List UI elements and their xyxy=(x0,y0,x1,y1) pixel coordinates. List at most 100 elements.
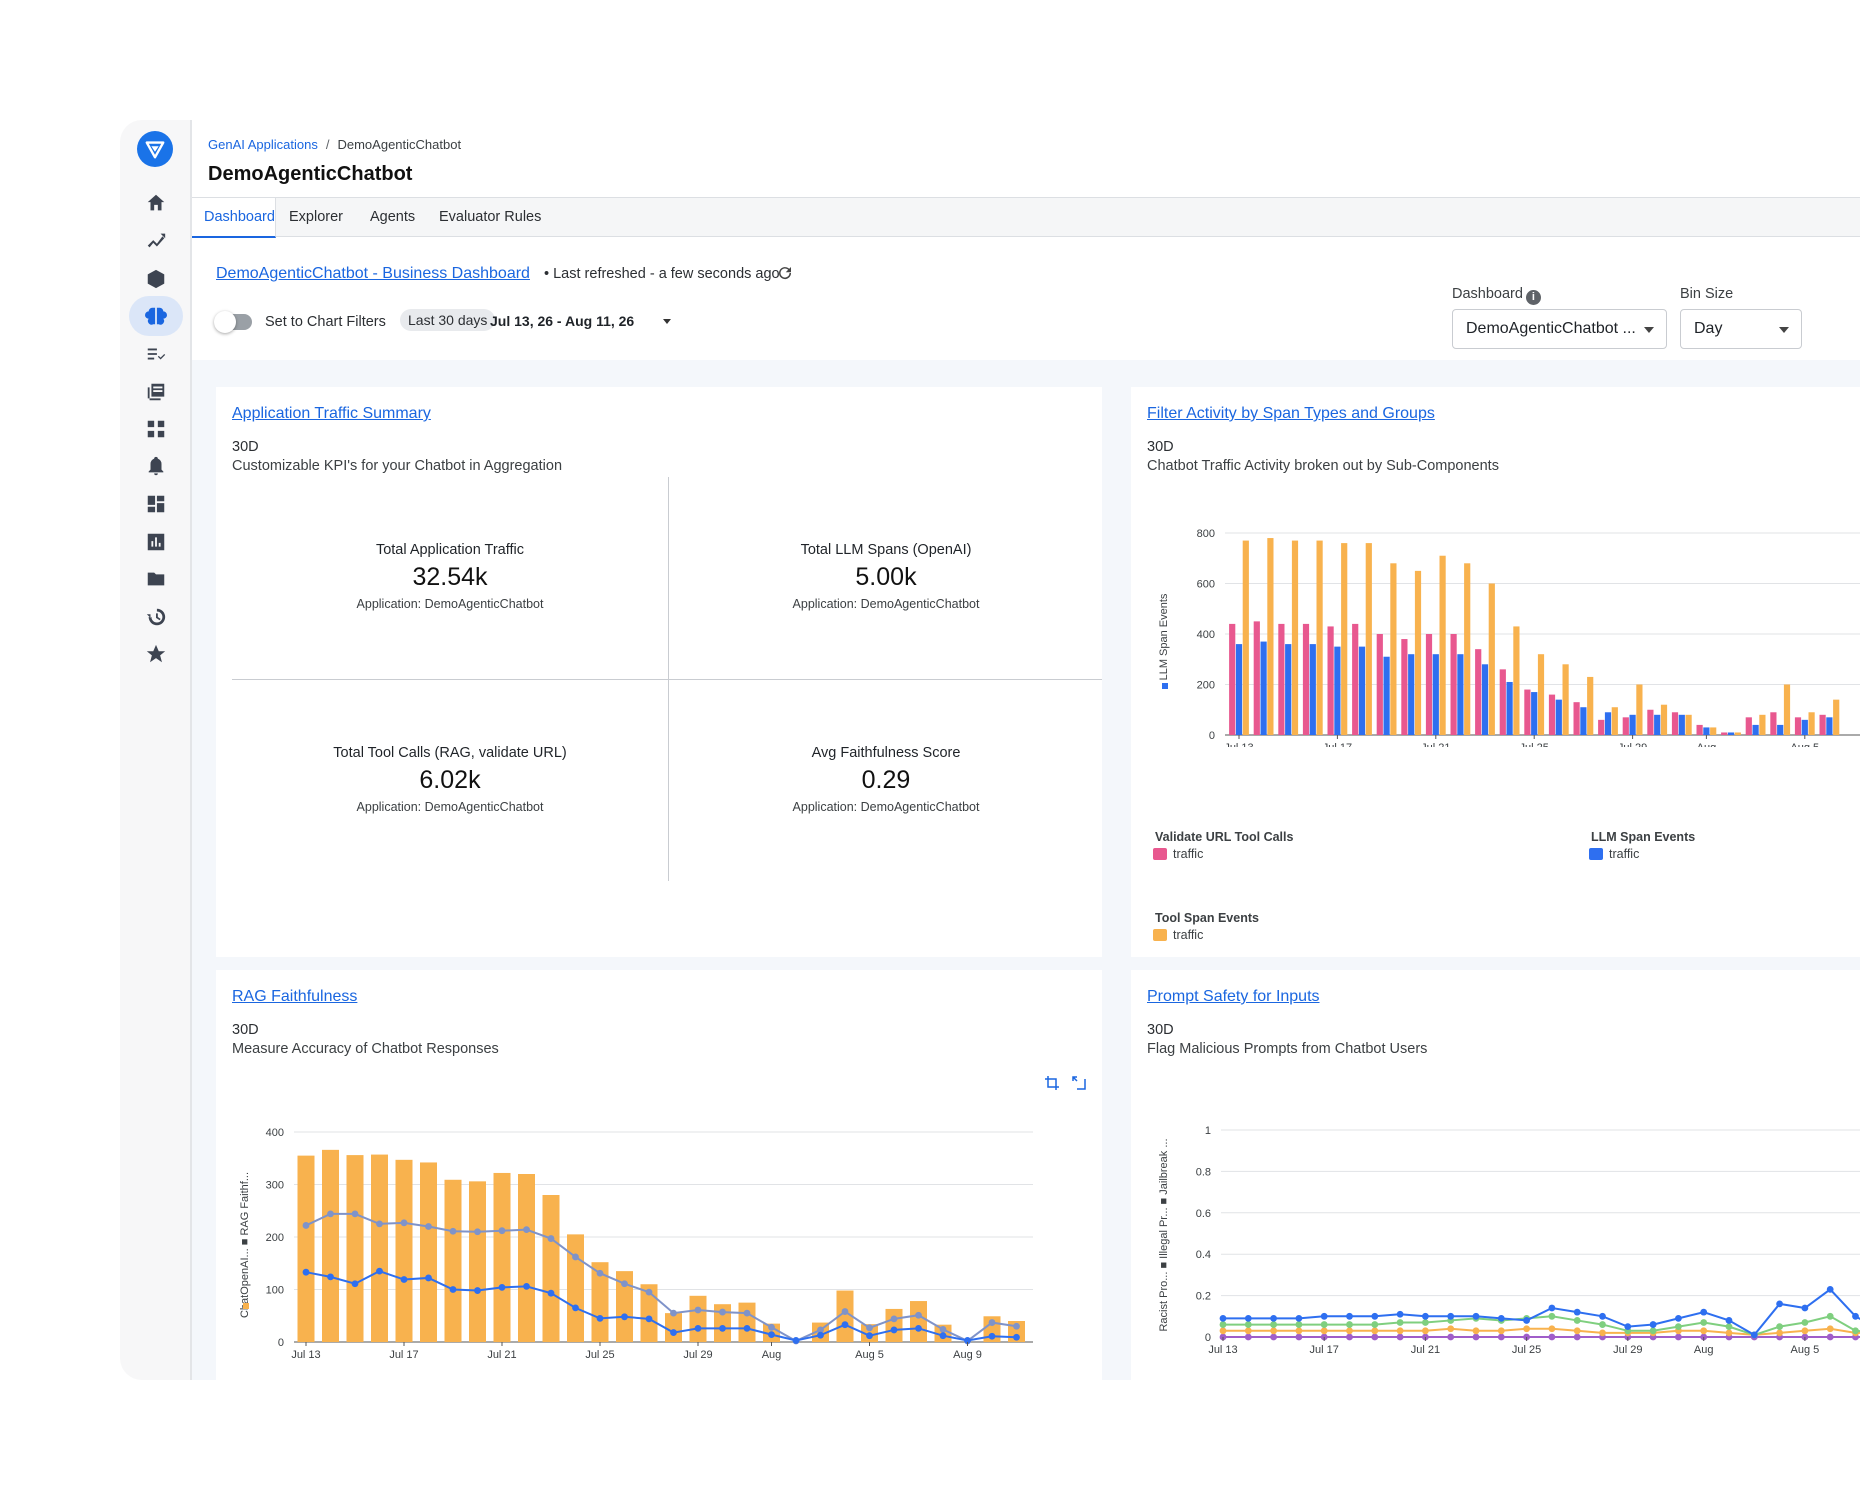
panel-title-traffic[interactable]: Application Traffic Summary xyxy=(232,405,431,423)
y-axis-label: LLM Span Events xyxy=(1158,593,1170,680)
zoom-select-icon[interactable] xyxy=(1044,1075,1060,1091)
kpi-avg-faithfulness: Avg Faithfulness Score 0.29 Application:… xyxy=(668,745,1104,814)
kpi-subtitle: Application: DemoAgenticChatbot xyxy=(792,597,980,611)
bar-validate-url-tool-calls xyxy=(1770,712,1777,735)
y-tick-label: 0.6 xyxy=(1196,1208,1211,1220)
point xyxy=(621,1313,628,1321)
point xyxy=(915,1311,922,1319)
bar-validate-url-tool-calls xyxy=(1671,712,1679,735)
x-tick-label: Jul 29 xyxy=(1613,1344,1642,1356)
point xyxy=(1371,1321,1379,1328)
point xyxy=(1244,1327,1252,1335)
dashboard-select[interactable]: DemoAgenticChatbot ... xyxy=(1452,309,1667,349)
bar-validate-url-tool-calls xyxy=(1524,689,1531,735)
sidebar-item-star[interactable] xyxy=(129,634,183,674)
tab-agents[interactable]: Agents xyxy=(358,198,427,237)
point xyxy=(400,1219,408,1227)
point xyxy=(1244,1314,1252,1322)
info-icon[interactable]: i xyxy=(1525,290,1541,305)
bar-validate-url-tool-calls xyxy=(1278,623,1285,735)
bar-chatopenai xyxy=(297,1155,315,1342)
tab-explorer[interactable]: Explorer xyxy=(277,198,355,237)
sidebar-item-cube[interactable] xyxy=(129,259,183,299)
sidebar-item-apps-grid[interactable] xyxy=(129,409,183,449)
legend-item-tool-span[interactable]: traffic xyxy=(1153,928,1203,942)
bin-size-select[interactable]: Day xyxy=(1680,309,1802,349)
bar-tool-span-events xyxy=(1464,563,1471,735)
bar-validate-url-tool-calls xyxy=(1696,724,1703,735)
point xyxy=(1295,1321,1303,1328)
point xyxy=(890,1315,898,1323)
point xyxy=(1346,1333,1353,1341)
page-title: DemoAgenticChatbot xyxy=(208,163,413,185)
legend-item-validate-url[interactable]: traffic xyxy=(1153,847,1203,861)
point xyxy=(474,1228,481,1236)
sidebar-item-brain[interactable] xyxy=(129,296,183,336)
point xyxy=(1573,1317,1581,1324)
sidebar-nav xyxy=(120,120,192,1380)
point xyxy=(1346,1321,1353,1328)
legend-item-llm-span[interactable]: traffic xyxy=(1589,847,1639,861)
point xyxy=(866,1324,873,1332)
sidebar-item-bell[interactable] xyxy=(129,446,183,486)
sidebar-item-folder[interactable] xyxy=(129,559,183,599)
checklist-icon xyxy=(147,348,166,360)
point xyxy=(694,1324,702,1332)
refresh-icon[interactable] xyxy=(776,264,794,282)
toggle-knob xyxy=(214,311,236,333)
point xyxy=(988,1319,996,1326)
bar-validate-url-tool-calls xyxy=(1647,709,1654,735)
tab-dashboard[interactable]: Dashboard xyxy=(192,198,276,238)
time-range-caret-icon[interactable] xyxy=(663,319,671,324)
bar-llm-span-events xyxy=(1457,654,1464,735)
point xyxy=(694,1306,702,1314)
point xyxy=(1396,1333,1404,1341)
point xyxy=(939,1326,947,1333)
time-range-dates[interactable]: Jul 13, 26 - Aug 11, 26 xyxy=(490,313,634,329)
point xyxy=(1447,1325,1455,1333)
panel-title-filter[interactable]: Filter Activity by Span Types and Groups xyxy=(1147,405,1435,423)
y-axis-label: ChatOpenAI... ■ RAG Faithf... xyxy=(239,1172,251,1318)
dashboard-title-link[interactable]: DemoAgenticChatbot - Business Dashboard xyxy=(216,265,530,283)
bar-tool-span-events xyxy=(1562,664,1569,735)
sidebar-item-home[interactable] xyxy=(129,183,183,223)
y-axis-legend-swatch xyxy=(1162,683,1168,689)
bar-tool-span-events xyxy=(1390,563,1397,735)
brain-icon xyxy=(145,307,167,325)
zoom-reset-icon[interactable] xyxy=(1071,1075,1087,1091)
bar-llm-span-events xyxy=(1654,714,1661,735)
point xyxy=(645,1288,653,1296)
sidebar-item-history[interactable] xyxy=(129,597,183,637)
x-tick-label: Jul 21 xyxy=(1421,742,1450,747)
legend-swatch xyxy=(1589,848,1603,860)
sidebar-item-library[interactable] xyxy=(129,372,183,412)
x-tick-label: Jul 21 xyxy=(1411,1344,1440,1356)
panel-description: Measure Accuracy of Chatbot Responses xyxy=(232,1041,499,1057)
brand-logo-icon[interactable] xyxy=(137,131,173,167)
bar-llm-span-events xyxy=(1678,714,1685,735)
sidebar-item-trend-chart[interactable] xyxy=(129,221,183,261)
point xyxy=(743,1309,751,1317)
sidebar-item-bar-report[interactable] xyxy=(129,522,183,562)
breadcrumb-genai-applications[interactable]: GenAI Applications xyxy=(208,137,318,152)
tab-evaluator-rules[interactable]: Evaluator Rules xyxy=(427,198,553,237)
bar-validate-url-tool-calls xyxy=(1376,634,1383,735)
y-tick-label: 200 xyxy=(266,1232,284,1244)
panel-title-rag[interactable]: RAG Faithfulness xyxy=(232,988,357,1006)
sidebar-item-checklist[interactable] xyxy=(129,334,183,374)
point xyxy=(915,1324,922,1332)
point xyxy=(1624,1323,1632,1331)
point xyxy=(1270,1333,1277,1341)
point xyxy=(425,1223,432,1230)
sidebar-item-dashboard[interactable] xyxy=(129,484,183,524)
point xyxy=(1346,1327,1353,1335)
x-tick-label: Jul 21 xyxy=(487,1349,516,1361)
panel-title-safety[interactable]: Prompt Safety for Inputs xyxy=(1147,988,1320,1006)
point xyxy=(768,1323,775,1331)
bar-llm-span-events xyxy=(1432,654,1439,735)
chart-filters-toggle[interactable] xyxy=(214,311,252,333)
bar-chatopenai xyxy=(885,1308,903,1342)
time-range-chip[interactable]: Last 30 days xyxy=(400,309,496,331)
line-rag-faithfulness-avg- xyxy=(305,1212,1017,1343)
prompt-safety-chart: 0 0.2 0.4 0.6 0.8 1 Jul 13 Jul 17 Jul 21 Jul 25 Ju… xyxy=(1158,1125,1860,1356)
